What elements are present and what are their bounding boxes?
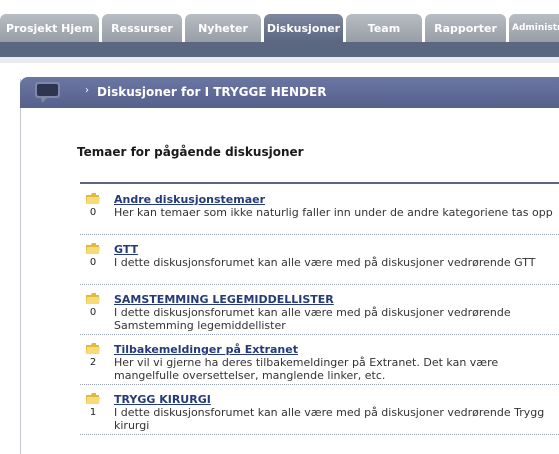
topic-description: Her vil vi gjerne ha deres tilbakemeldin… bbox=[114, 356, 499, 382]
tab-administrasjon[interactable]: Administra bbox=[509, 14, 559, 42]
topic-title-link[interactable]: GTT bbox=[114, 243, 138, 256]
folder-icon bbox=[86, 243, 100, 254]
tab-prosjekt-hjem[interactable]: Prosjekt Hjem bbox=[0, 14, 99, 42]
topic-count: 0 bbox=[89, 257, 97, 268]
folder-icon bbox=[86, 393, 100, 404]
topic-title-link[interactable]: Tilbakemeldinger på Extranet bbox=[114, 343, 298, 356]
section-title: Temaer for pågående diskusjoner bbox=[77, 145, 304, 159]
panel-header: › Diskusjoner for I TRYGGE HENDER bbox=[20, 77, 559, 108]
topic-count: 0 bbox=[89, 307, 97, 318]
topic-row: 2 Tilbakemeldinger på Extranet Her vil v… bbox=[80, 336, 559, 385]
topic-count: 0 bbox=[89, 207, 97, 218]
folder-icon bbox=[86, 193, 100, 204]
topic-title-link[interactable]: SAMSTEMMING LEGEMIDDELLISTER bbox=[114, 293, 334, 306]
topic-count: 1 bbox=[89, 407, 97, 418]
topic-title-link[interactable]: TRYGG KIRURGI bbox=[114, 393, 211, 406]
folder-icon bbox=[86, 293, 100, 304]
topic-row: 1 TRYGG KIRURGI I dette diskusjonsforume… bbox=[80, 386, 559, 435]
topic-description: I dette diskusjonsforumet kan alle være … bbox=[114, 406, 545, 432]
topic-title-link[interactable]: Andre diskusjonstemaer bbox=[114, 193, 265, 206]
folder-icon bbox=[86, 343, 100, 354]
panel-border bbox=[20, 79, 21, 454]
topics-divider bbox=[80, 182, 559, 184]
tab-nyheter[interactable]: Nyheter bbox=[185, 14, 261, 42]
navigation-band bbox=[0, 42, 559, 57]
tab-diskusjoner[interactable]: Diskusjoner bbox=[264, 14, 343, 42]
topic-row: 0 Andre diskusjonstemaer Her kan temaer … bbox=[80, 186, 559, 235]
navigation-underline bbox=[0, 57, 559, 63]
panel-title: Diskusjoner for I TRYGGE HENDER bbox=[97, 85, 327, 99]
tab-team[interactable]: Team bbox=[346, 14, 422, 42]
topic-row: 0 SAMSTEMMING LEGEMIDDELLISTER I dette d… bbox=[80, 286, 559, 335]
topic-description: Her kan temaer som ikke naturlig faller … bbox=[114, 206, 553, 219]
discussion-bubble-icon bbox=[35, 82, 60, 103]
topic-description: I dette diskusjonsforumet kan alle være … bbox=[114, 306, 511, 332]
topic-count: 2 bbox=[89, 357, 97, 368]
panel-arrow-icon: › bbox=[85, 85, 89, 96]
tab-ressurser[interactable]: Ressurser bbox=[102, 14, 182, 42]
top-navigation: Prosjekt Hjem Ressurser Nyheter Diskusjo… bbox=[0, 0, 559, 42]
tab-rapporter[interactable]: Rapporter bbox=[425, 14, 506, 42]
topic-row: 0 GTT I dette diskusjonsforumet kan alle… bbox=[80, 236, 559, 285]
topic-description: I dette diskusjonsforumet kan alle være … bbox=[114, 256, 536, 269]
